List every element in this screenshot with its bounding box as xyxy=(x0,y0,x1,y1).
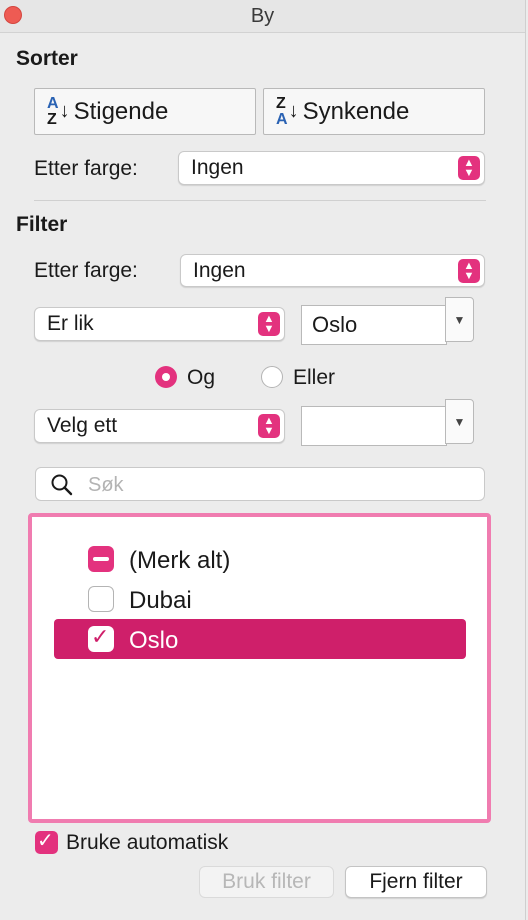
logic-or-radio[interactable] xyxy=(261,366,283,388)
filter-by-color-value: Ingen xyxy=(193,258,246,282)
clear-filter-button[interactable]: Fjern filter xyxy=(345,866,487,898)
logic-or-label: Eller xyxy=(293,366,336,389)
stepper-icon: ▲ ▼ xyxy=(258,312,280,336)
list-item-label: (Merk alt) xyxy=(129,547,231,574)
oslo-checkbox[interactable]: ✓ xyxy=(88,624,114,652)
filter-by-color-label: Etter farge: xyxy=(34,259,138,282)
stepper-icon: ▲ ▼ xyxy=(458,258,480,283)
sort-descending-label: Synkende xyxy=(302,97,410,125)
condition1-value-field[interactable]: Oslo xyxy=(301,305,447,345)
search-icon xyxy=(51,474,73,496)
dropdown-arrow-icon[interactable]: ▼ xyxy=(445,297,474,342)
list-item-selected[interactable] xyxy=(54,619,466,659)
section-divider xyxy=(34,200,486,201)
condition2-value-field[interactable] xyxy=(301,406,447,446)
logic-and-radio[interactable] xyxy=(155,366,177,388)
sort-by-color-value: Ingen xyxy=(191,156,244,179)
condition2-operator-select[interactable]: Velg ett ▲ ▼ xyxy=(34,409,285,443)
auto-apply-checkbox[interactable]: ✓ xyxy=(35,830,58,854)
sort-ascending-button[interactable]: AZ ↓ Stigende xyxy=(34,88,256,135)
list-item-label: Oslo xyxy=(129,627,179,654)
search-input[interactable] xyxy=(86,472,470,498)
filter-by-color-select[interactable]: Ingen ▲ ▼ xyxy=(180,254,485,287)
dropdown-arrow-icon[interactable]: ▼ xyxy=(445,399,474,444)
sort-by-color-label: Etter farge: xyxy=(34,157,138,180)
dubai-checkbox[interactable] xyxy=(88,586,114,612)
condition1-operator-select[interactable]: Er lik ▲ ▼ xyxy=(34,307,285,341)
filter-window: By Sorter AZ ↓ Stigende ZA ↓ Synkende Et… xyxy=(0,0,526,920)
sort-by-color-select[interactable]: Ingen ▲ ▼ xyxy=(178,151,485,185)
values-list[interactable]: (Merk alt) Dubai ✓ Oslo xyxy=(28,513,491,823)
list-item-label: Dubai xyxy=(129,587,192,614)
sort-descending-icon: ZA ↓ xyxy=(276,94,299,128)
stepper-icon: ▲ ▼ xyxy=(258,414,280,438)
apply-filter-button[interactable]: Bruk filter xyxy=(199,866,334,898)
checkmark-icon: ✓ xyxy=(91,624,110,649)
condition1-operator-value: Er lik xyxy=(47,312,94,335)
sort-descending-button[interactable]: ZA ↓ Synkende xyxy=(263,88,485,135)
title-bar: By xyxy=(0,0,525,33)
filter-heading: Filter xyxy=(16,213,68,236)
sort-ascending-label: Stigende xyxy=(73,97,169,125)
sort-ascending-icon: AZ ↓ xyxy=(47,94,70,128)
auto-apply-label: Bruke automatisk xyxy=(66,831,229,854)
sort-heading: Sorter xyxy=(16,47,78,70)
condition1-value-text: Oslo xyxy=(312,312,358,337)
condition2-operator-value: Velg ett xyxy=(47,414,118,437)
stepper-icon: ▲ ▼ xyxy=(458,156,480,180)
select-all-checkbox[interactable] xyxy=(88,546,114,572)
search-box[interactable] xyxy=(35,467,485,501)
logic-and-label: Og xyxy=(187,366,216,389)
checkmark-icon: ✓ xyxy=(37,830,54,852)
window-title: By xyxy=(250,5,275,27)
